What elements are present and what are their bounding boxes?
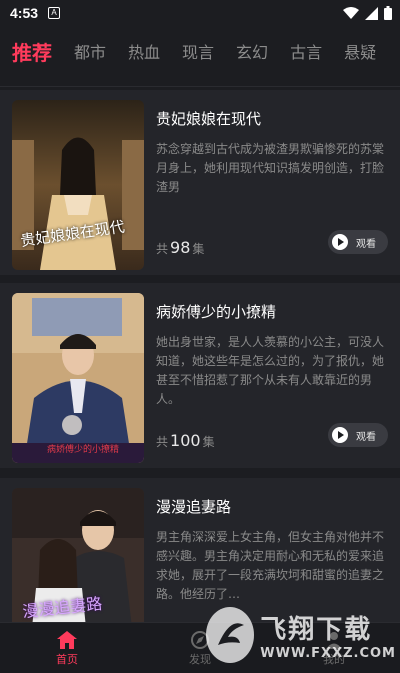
play-icon bbox=[332, 234, 348, 250]
signal-icon bbox=[365, 6, 378, 20]
drama-description: 苏念穿越到古代成为被渣男欺骗惨死的苏棠月身上，她利用现代知识搞发明创造，打脸渣男 bbox=[156, 142, 385, 194]
tab-modern-romance[interactable]: 现言 bbox=[182, 39, 214, 63]
episode-prefix: 共 bbox=[156, 242, 169, 256]
cover-caption: 病娇傅少的小撩精 bbox=[46, 445, 119, 455]
status-bar: 4:53 A bbox=[0, 0, 400, 26]
nav-home[interactable]: 首页 bbox=[37, 629, 97, 667]
watch-button[interactable]: 观看 bbox=[328, 230, 388, 254]
watch-button[interactable]: 观看 bbox=[328, 423, 388, 447]
play-icon bbox=[332, 427, 348, 443]
watch-label: 观看 bbox=[356, 431, 376, 443]
category-tabs: 推荐 都市 热血 现言 玄幻 古言 悬疑 bbox=[0, 30, 400, 72]
status-time: 4:53 bbox=[10, 5, 39, 21]
episode-suffix: 集 bbox=[192, 242, 205, 256]
drama-cover[interactable]: 漫漫追妻路 bbox=[12, 488, 144, 622]
episode-count: 共 98 集 bbox=[156, 238, 204, 257]
nav-home-label: 首页 bbox=[56, 653, 78, 666]
notification-icon: A bbox=[48, 7, 61, 19]
tab-action[interactable]: 热血 bbox=[128, 39, 160, 63]
drama-card[interactable]: 贵妃娘娘在现代 贵妃娘娘在现代 苏念穿越到古代成为被渣男欺骗惨死的苏棠月身上，她… bbox=[0, 90, 400, 275]
episode-number: 98 bbox=[170, 238, 191, 257]
drama-title[interactable]: 贵妃娘娘在现代 bbox=[156, 108, 261, 129]
drama-description: 她出身世家，是人人羡慕的小公主，可没人知道，她这些年是怎么过的，为了报仇，她甚至… bbox=[156, 335, 385, 406]
drama-card[interactable]: 漫漫追妻路 漫漫追妻路 男主角深深爱上女主角，但女主角对他并不感兴趣。男主角决定… bbox=[0, 478, 400, 622]
drama-cover[interactable]: 病娇傅少的小撩精 bbox=[12, 293, 144, 463]
episode-number: 100 bbox=[170, 431, 201, 450]
status-icons bbox=[343, 6, 392, 20]
drama-cover[interactable]: 贵妃娘娘在现代 bbox=[12, 100, 144, 270]
episode-count: 共 100 集 bbox=[156, 431, 215, 450]
drama-card[interactable]: 病娇傅少的小撩精 病娇傅少的小撩精 她出身世家，是人人羡慕的小公主，可没人知道，… bbox=[0, 283, 400, 468]
tabs-divider bbox=[0, 86, 400, 87]
tab-fantasy[interactable]: 玄幻 bbox=[236, 39, 268, 63]
watch-label: 观看 bbox=[356, 238, 376, 250]
home-icon bbox=[37, 629, 97, 651]
tab-urban[interactable]: 都市 bbox=[74, 39, 106, 63]
drama-description: 男主角深深爱上女主角，但女主角对他并不感兴趣。男主角决定用耐心和无私的爱来追求她… bbox=[156, 530, 385, 601]
episode-suffix: 集 bbox=[202, 435, 215, 449]
tab-ancient-romance[interactable]: 古言 bbox=[290, 39, 322, 63]
tab-mystery[interactable]: 悬疑 bbox=[344, 39, 376, 63]
watermark-url: WWW.FXXZ.COM bbox=[260, 646, 396, 661]
episode-prefix: 共 bbox=[156, 435, 169, 449]
tab-recommend[interactable]: 推荐 bbox=[12, 37, 52, 66]
watermark: 飞翔下载 WWW.FXXZ.COM bbox=[206, 604, 396, 666]
wifi-icon bbox=[343, 7, 359, 19]
drama-title[interactable]: 病娇傅少的小撩精 bbox=[156, 301, 276, 322]
battery-icon bbox=[384, 6, 392, 20]
watermark-logo-icon bbox=[206, 607, 255, 663]
drama-title[interactable]: 漫漫追妻路 bbox=[156, 496, 231, 517]
watermark-brand: 飞翔下载 bbox=[260, 615, 373, 645]
